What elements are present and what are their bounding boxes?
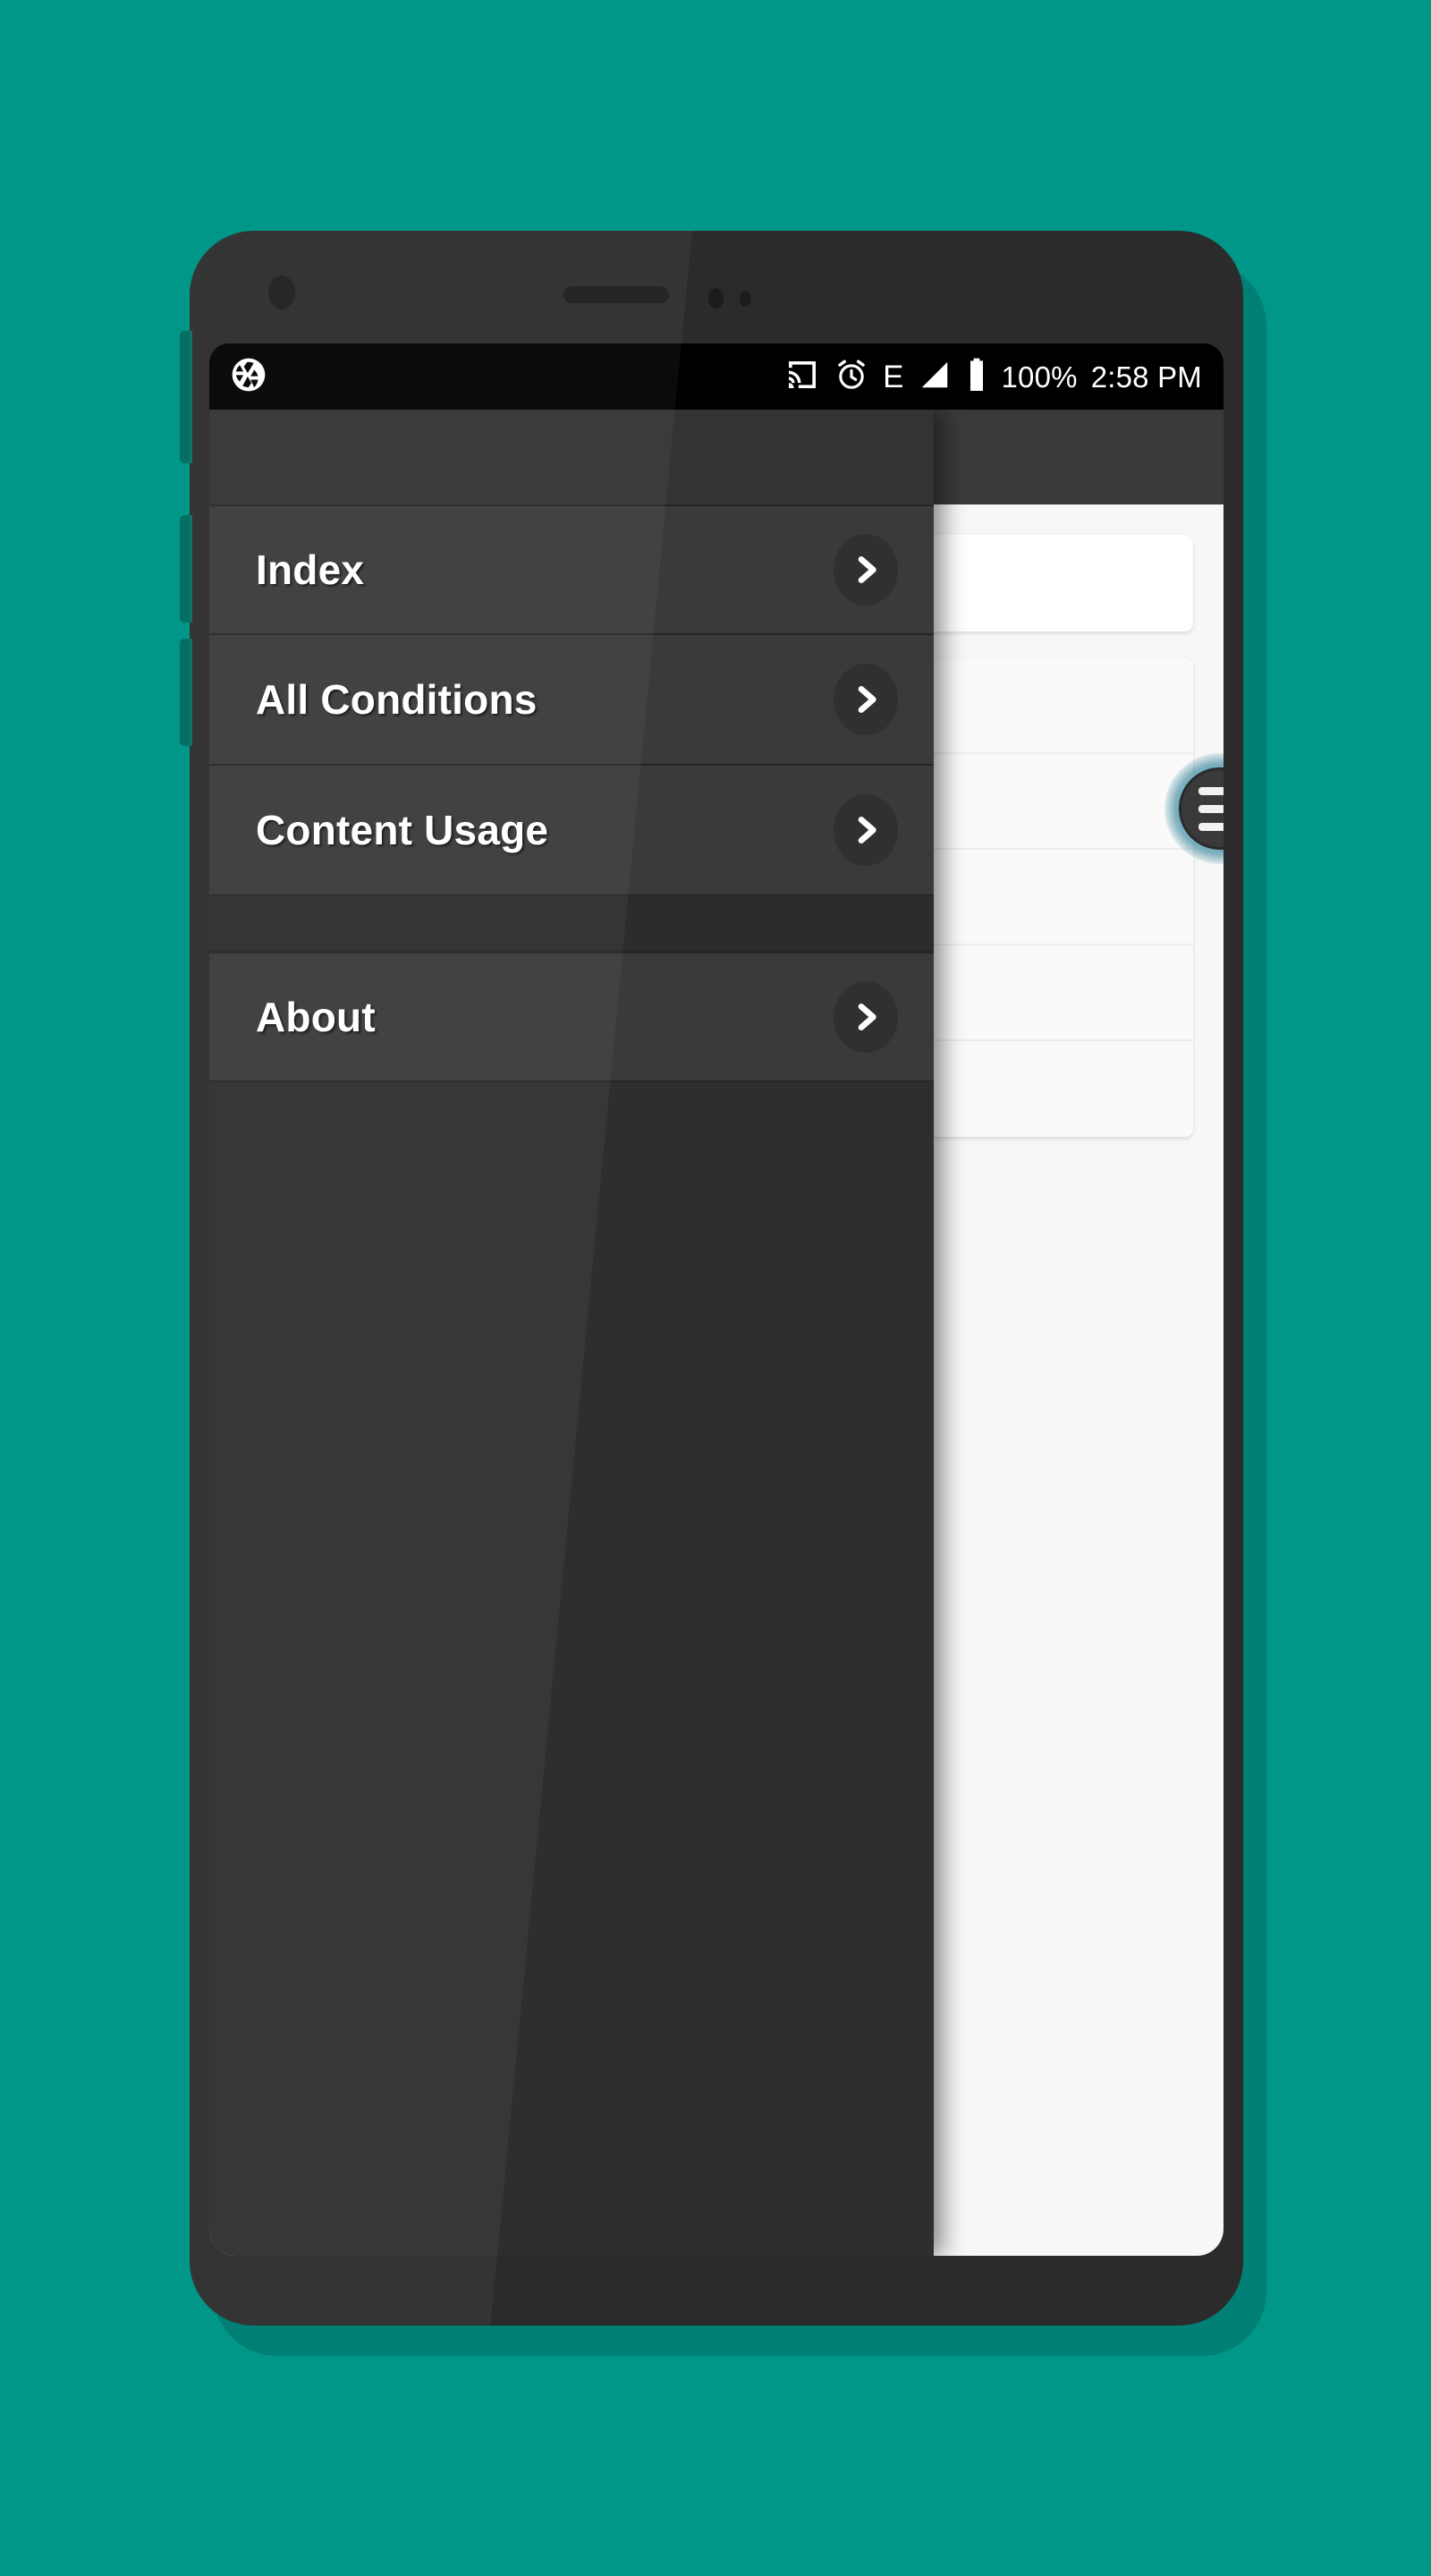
clock-label: 2:58 PM — [1090, 360, 1202, 394]
alarm-icon — [834, 357, 869, 397]
battery-icon — [965, 357, 988, 397]
chevron-right-icon — [834, 794, 898, 866]
chevron-right-icon — [834, 534, 898, 606]
phone-screen: E 100% 2:58 PM Index All Conditions Cont… — [209, 343, 1224, 2256]
status-bar: E 100% 2:58 PM — [209, 343, 1224, 410]
signal-icon — [918, 358, 952, 396]
network-type-label: E — [883, 359, 904, 394]
sidebar-item-index[interactable]: Index — [209, 504, 934, 635]
sidebar-item-all-conditions[interactable]: All Conditions — [209, 635, 934, 766]
drawer-section-divider — [209, 896, 934, 952]
aperture-icon — [229, 355, 268, 399]
drawer-header — [209, 410, 934, 504]
phone-side-button-power[interactable] — [180, 639, 192, 746]
sidebar-item-label: Content Usage — [256, 807, 549, 853]
status-bar-right: E 100% 2:58 PM — [784, 357, 1202, 397]
sidebar-item-content-usage[interactable]: Content Usage — [209, 766, 934, 896]
cast-icon — [784, 357, 820, 397]
navigation-drawer: Index All Conditions Content Usage About — [209, 410, 934, 2256]
chevron-right-icon — [834, 664, 898, 735]
front-camera-icon — [268, 275, 295, 309]
light-sensor-icon — [740, 291, 751, 307]
hamburger-menu-button[interactable] — [1164, 753, 1224, 864]
phone-device: E 100% 2:58 PM Index All Conditions Cont… — [180, 231, 1243, 2326]
battery-percent-label: 100% — [1001, 360, 1078, 394]
proximity-sensor-icon — [708, 288, 724, 309]
phone-side-button-volume-up[interactable] — [180, 331, 192, 463]
phone-side-button-volume-down[interactable] — [180, 515, 192, 623]
earpiece-speaker — [563, 286, 669, 303]
sidebar-item-about[interactable]: About — [209, 952, 934, 1082]
sidebar-item-label: Index — [256, 547, 365, 593]
sidebar-item-label: About — [256, 994, 376, 1040]
sidebar-item-label: All Conditions — [256, 676, 538, 723]
status-bar-left — [229, 355, 268, 399]
chevron-right-icon — [834, 981, 898, 1053]
